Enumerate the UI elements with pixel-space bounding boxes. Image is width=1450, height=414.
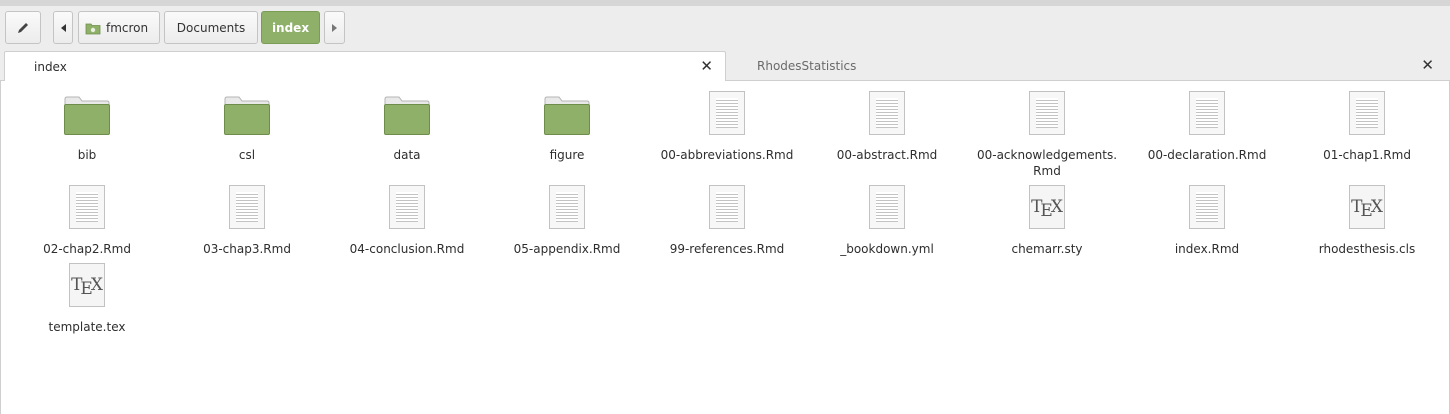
file-name: csl: [238, 148, 256, 162]
breadcrumb-index[interactable]: index: [261, 11, 320, 44]
breadcrumb-documents[interactable]: Documents: [164, 11, 258, 44]
file-item[interactable]: T E X rhodesthesis.cls: [1287, 183, 1447, 257]
tab-rhodesstatistics[interactable]: RhodesStatistics ✕: [727, 51, 1446, 81]
file-item[interactable]: 03-chap3.Rmd: [167, 183, 327, 257]
file-name: chemarr.sty: [1011, 242, 1083, 256]
file-item[interactable]: data: [327, 89, 487, 163]
file-item[interactable]: _bookdown.yml: [807, 183, 967, 257]
text-file-icon: [709, 91, 745, 135]
file-icon-wrap: [487, 183, 647, 231]
file-icon-wrap: [7, 89, 167, 137]
pencil-icon: [18, 22, 28, 33]
tab-label: RhodesStatistics: [757, 59, 857, 73]
file-item[interactable]: T E X template.tex: [7, 261, 167, 335]
back-button[interactable]: [53, 11, 73, 44]
tab-label: index: [34, 59, 67, 74]
file-name: _bookdown.yml: [840, 242, 934, 256]
file-name: rhodesthesis.cls: [1318, 242, 1416, 256]
file-name: data: [393, 148, 421, 162]
file-icon-wrap: [1127, 89, 1287, 137]
file-name: index.Rmd: [1174, 242, 1240, 256]
text-file-icon: [869, 91, 905, 135]
text-file-icon: [1349, 91, 1385, 135]
file-icon-wrap: TEX: [967, 183, 1127, 231]
tex-file-icon: TEX: [1349, 185, 1385, 229]
file-item[interactable]: 00-declaration.Rmd: [1127, 89, 1287, 163]
file-item[interactable]: figure: [487, 89, 647, 163]
file-icon-wrap: [807, 183, 967, 231]
file-item[interactable]: 02-chap2.Rmd: [7, 183, 167, 257]
text-file-icon: [1029, 91, 1065, 135]
home-folder-icon: [85, 23, 101, 34]
text-file-icon: [869, 185, 905, 229]
file-item[interactable]: csl: [167, 89, 327, 163]
close-icon[interactable]: ✕: [1421, 56, 1434, 74]
file-name: 99-references.Rmd: [669, 242, 785, 256]
file-item[interactable]: 05-appendix.Rmd: [487, 183, 647, 257]
file-name: figure: [549, 148, 585, 162]
text-file-icon: [389, 185, 425, 229]
file-icon-wrap: [647, 183, 807, 231]
tex-file-icon: TEX: [69, 263, 105, 307]
file-item[interactable]: T E X chemarr.sty: [967, 183, 1127, 257]
folder-icon: [224, 96, 270, 135]
file-icon-wrap: [7, 183, 167, 231]
file-item[interactable]: 01-chap1.Rmd: [1287, 89, 1447, 163]
text-file-icon: [1189, 91, 1225, 135]
file-icon-wrap: TEX: [7, 261, 167, 309]
file-item[interactable]: index.Rmd: [1127, 183, 1287, 257]
file-icon-wrap: [327, 89, 487, 137]
text-file-icon: [549, 185, 585, 229]
file-name: 00-abbreviations.Rmd: [660, 148, 794, 162]
file-item[interactable]: 00-acknowledgements. Rmd: [967, 89, 1127, 179]
breadcrumb-home-label: fmcron: [106, 20, 149, 35]
file-name: 00-declaration.Rmd: [1147, 148, 1267, 162]
file-name: 04-conclusion.Rmd: [349, 242, 465, 256]
file-name: bib: [77, 148, 97, 162]
file-icon-wrap: [167, 89, 327, 137]
forward-button[interactable]: [324, 11, 345, 44]
file-item[interactable]: 00-abstract.Rmd: [807, 89, 967, 163]
file-icon-wrap: [167, 183, 327, 231]
breadcrumb-documents-label: Documents: [176, 20, 246, 35]
file-item[interactable]: 99-references.Rmd: [647, 183, 807, 257]
close-icon[interactable]: ✕: [700, 57, 713, 75]
file-item[interactable]: 00-abbreviations.Rmd: [647, 89, 807, 163]
breadcrumb-home[interactable]: fmcron: [78, 11, 160, 44]
file-icon-wrap: [647, 89, 807, 137]
file-name: 03-chap3.Rmd: [203, 242, 291, 256]
edit-path-button[interactable]: [5, 11, 41, 44]
breadcrumb-index-label: index: [271, 20, 310, 35]
folder-icon: [384, 96, 430, 135]
file-item[interactable]: 04-conclusion.Rmd: [327, 183, 487, 257]
toolbar: fmcron Documents index: [0, 6, 1450, 50]
file-icon-wrap: [967, 89, 1127, 137]
text-file-icon: [1189, 185, 1225, 229]
file-name: 00-abstract.Rmd: [836, 148, 938, 162]
text-file-icon: [229, 185, 265, 229]
text-file-icon: [69, 185, 105, 229]
folder-icon: [64, 96, 110, 135]
file-icon-wrap: [1127, 183, 1287, 231]
file-item[interactable]: bib: [7, 89, 167, 163]
file-name: 01-chap1.Rmd: [1323, 148, 1411, 162]
file-icon-wrap: [1287, 89, 1447, 137]
chevron-left-icon: [60, 23, 66, 32]
file-name: 00-acknowledgements. Rmd: [976, 148, 1118, 178]
tex-file-icon: TEX: [1029, 185, 1065, 229]
chevron-right-icon: [332, 23, 337, 32]
file-icon-wrap: [327, 183, 487, 231]
file-name: 05-appendix.Rmd: [513, 242, 621, 256]
file-name: template.tex: [48, 320, 126, 334]
tab-bar: index ✕ RhodesStatistics ✕: [0, 50, 1450, 81]
text-file-icon: [709, 185, 745, 229]
file-icon-wrap: [487, 89, 647, 137]
tab-index[interactable]: index ✕: [4, 51, 726, 81]
file-view: bib csl data figure 00-abbreviations.Rmd 00-a…: [0, 81, 1450, 414]
file-icon-wrap: TEX: [1287, 183, 1447, 231]
folder-icon: [544, 96, 590, 135]
file-icon-wrap: [807, 89, 967, 137]
file-name: 02-chap2.Rmd: [43, 242, 131, 256]
